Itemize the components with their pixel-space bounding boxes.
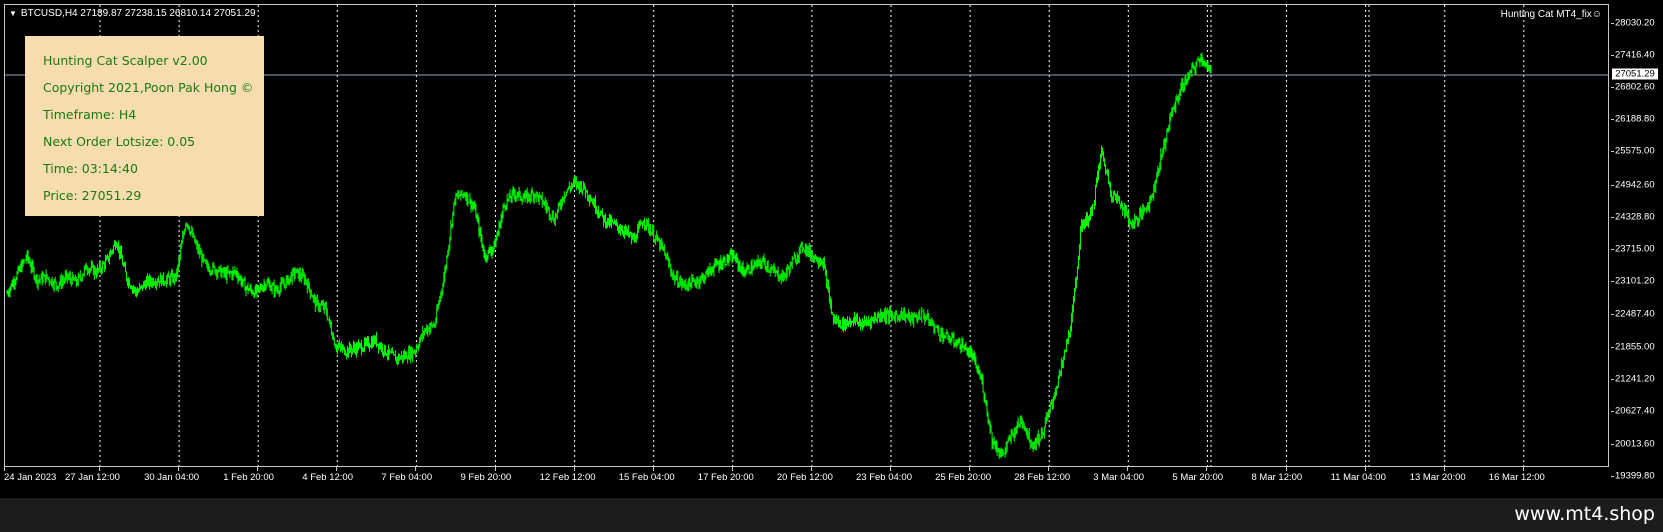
price-label: 23715.00 <box>1615 243 1655 255</box>
price-tick <box>1611 249 1614 251</box>
info-panel-line: Price: 27051.29 <box>43 188 142 203</box>
price-tick <box>1611 216 1614 218</box>
price-tick <box>1611 54 1614 56</box>
time-tick <box>1206 467 1208 471</box>
time-label: 24 Jan 2023 <box>4 472 57 483</box>
price-label: 27416.40 <box>1615 49 1655 61</box>
price-tick <box>1611 379 1614 381</box>
info-panel-line: Hunting Cat Scalper v2.00 <box>43 53 208 68</box>
info-panel-line: Time: 03:14:40 <box>43 161 138 176</box>
price-tick <box>1611 184 1614 186</box>
info-panel-line: Copyright 2021,Poon Pak Hong © <box>43 80 254 95</box>
price-tick <box>1611 281 1614 283</box>
time-label: 9 Feb 20:00 <box>460 472 512 483</box>
price-axis[interactable]: 28030.20 27416.40 26802.60 26188.80 25575.00… <box>1611 0 1663 481</box>
price-label: 26802.60 <box>1615 81 1655 93</box>
price-tick <box>1611 151 1614 153</box>
time-label: 23 Feb 04:00 <box>856 472 912 483</box>
price-tick <box>1611 119 1614 121</box>
current-price-label: 27051.29 <box>1612 68 1658 80</box>
time-label: 20 Feb 12:00 <box>776 472 833 483</box>
time-label: 11 Mar 04:00 <box>1330 472 1386 483</box>
price-tick <box>1611 411 1614 413</box>
info-panel-line: Next Order Lotsize: 0.05 <box>43 134 196 149</box>
time-label: 15 Feb 04:00 <box>618 472 675 483</box>
price-label: 24942.60 <box>1615 179 1655 191</box>
time-tick <box>4 467 5 471</box>
info-panel-line: Timeframe: H4 <box>43 107 137 122</box>
chart-area[interactable]: ▼ BTCUSD,H4 27189.87 27238.15 26810.14 27… <box>4 4 1609 467</box>
watermark-text: www.mt4.shop <box>1514 503 1655 525</box>
price-tick <box>1611 313 1614 315</box>
dropdown-triangle-icon[interactable]: ▼ <box>9 9 17 18</box>
time-tick <box>1127 467 1129 471</box>
time-label: 27 Jan 12:00 <box>65 472 120 483</box>
price-label: 22487.40 <box>1615 308 1655 320</box>
time-label: 13 Mar 20:00 <box>1409 472 1466 483</box>
price-tick <box>1611 22 1614 24</box>
price-label: 21241.20 <box>1615 373 1655 385</box>
time-tick <box>178 467 180 471</box>
ea-info-panel: Hunting Cat Scalper v2.00 Copyright 2021,… <box>25 36 264 216</box>
time-tick <box>969 467 971 471</box>
time-tick <box>1522 467 1524 471</box>
price-label: 26188.80 <box>1615 113 1655 125</box>
price-tick <box>1611 443 1614 445</box>
price-label: 28030.20 <box>1615 17 1655 29</box>
status-bar: www.mt4.shop <box>0 498 1663 532</box>
time-tick <box>415 467 417 471</box>
time-label: 25 Feb 20:00 <box>935 472 992 483</box>
symbol-info-text: BTCUSD,H4 27189.87 27238.15 26810.14 270… <box>20 8 256 19</box>
time-tick <box>1443 467 1445 471</box>
price-tick <box>1611 346 1614 348</box>
price-label: 23101.20 <box>1615 275 1655 287</box>
price-label: 20013.60 <box>1615 438 1655 450</box>
time-tick <box>494 467 496 471</box>
price-label: 24328.80 <box>1615 211 1655 223</box>
time-tick <box>890 467 891 471</box>
expert-advisor-name[interactable]: Hunting Cat MT4_fix☺ <box>1501 9 1602 20</box>
time-label: 4 Feb 12:00 <box>302 472 354 483</box>
price-label: 19399.80 <box>1615 470 1655 482</box>
price-label: 21855.00 <box>1615 341 1655 353</box>
time-label: 1 Feb 20:00 <box>223 472 274 483</box>
time-label: 3 Mar 04:00 <box>1093 472 1144 483</box>
time-tick <box>573 467 575 471</box>
time-label: 5 Mar 20:00 <box>1172 472 1224 483</box>
price-tick <box>1611 475 1614 477</box>
time-tick <box>1048 467 1050 471</box>
time-label: 7 Feb 04:00 <box>381 472 433 483</box>
time-label: 8 Mar 12:00 <box>1251 472 1303 483</box>
time-tick <box>99 467 100 471</box>
price-tick <box>1611 87 1614 88</box>
time-tick <box>1364 467 1366 471</box>
time-tick <box>731 467 733 471</box>
symbol-info: ▼ BTCUSD,H4 27189.87 27238.15 26810.14 27… <box>9 8 256 19</box>
time-label: 17 Feb 20:00 <box>697 472 754 483</box>
time-axis[interactable]: 24 Jan 2023 27 Jan 12:00 30 Jan 04:00 1 Feb… <box>0 467 1611 487</box>
price-label: 25575.00 <box>1615 145 1655 157</box>
time-label: 16 Mar 12:00 <box>1488 472 1545 483</box>
time-label: 28 Feb 12:00 <box>1014 472 1071 483</box>
time-tick <box>652 467 654 471</box>
time-label: 30 Jan 04:00 <box>144 472 200 483</box>
time-tick <box>810 467 812 471</box>
time-tick <box>336 467 338 471</box>
time-label: 12 Feb 12:00 <box>539 472 596 483</box>
time-tick <box>1285 467 1287 471</box>
price-label: 20627.40 <box>1615 405 1655 417</box>
time-tick <box>257 467 259 471</box>
